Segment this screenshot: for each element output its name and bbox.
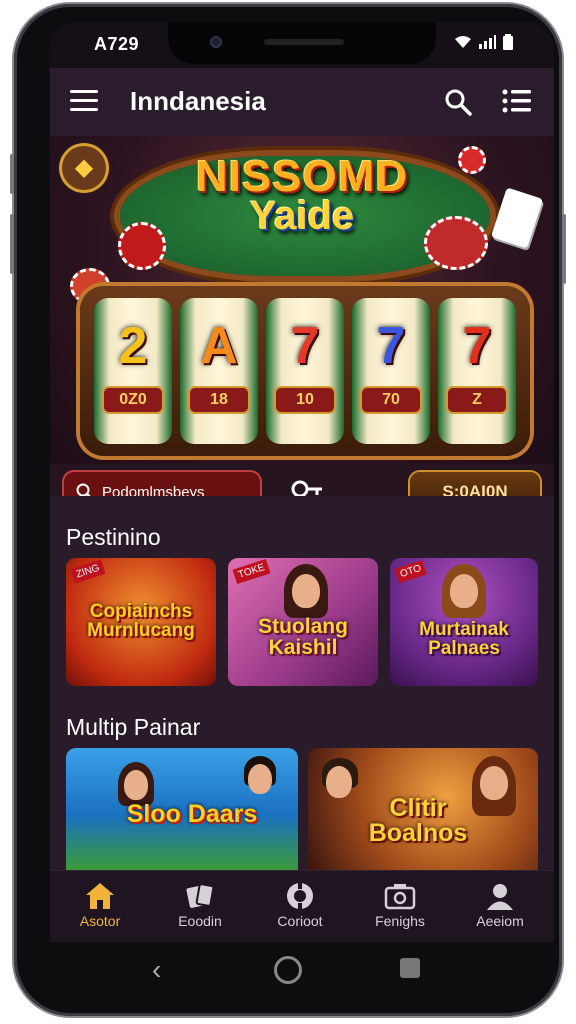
bottom-navigation: Asotor Eoodin Corioot Fenighs Aeeiom (50, 870, 554, 942)
character-avatar (292, 574, 320, 608)
slot-machine: 2 0Z0 A 18 7 10 7 70 7 Z (80, 286, 530, 456)
character-avatar (326, 766, 352, 798)
search-pill-label: Podomlmsbeys (102, 483, 205, 497)
reel-badge: 10 (276, 388, 334, 412)
character-avatar (124, 770, 148, 800)
status-icons (454, 34, 514, 50)
volume-button (10, 154, 14, 194)
reel-badge: 0Z0 (104, 388, 162, 412)
notch (168, 22, 436, 64)
slot-reel: 7 70 (352, 298, 430, 444)
game-card-title: Murtainak Palnaes (419, 619, 509, 659)
banner-title-line2: Yaide (249, 194, 355, 238)
key-icon[interactable] (290, 478, 324, 496)
nav-label: Aeeiom (476, 913, 524, 929)
home-icon (86, 883, 114, 909)
search-icon[interactable] (444, 88, 472, 116)
character-avatar (480, 766, 508, 800)
banner-action-bar: Podomlmsbeys S:0AI0N (50, 464, 554, 496)
game-card[interactable]: OTO Murtainak Palnaes (390, 558, 538, 686)
wifi-icon (455, 36, 471, 48)
card-tag: OTO (394, 559, 428, 584)
game-card[interactable]: Sloo Daars (66, 748, 298, 870)
hamburger-menu-icon[interactable] (70, 90, 98, 112)
volume-button (10, 214, 14, 274)
reel-badge: 18 (190, 388, 248, 412)
system-navigation: ‹ (36, 938, 540, 996)
app-bar: Inndanesia (50, 68, 554, 136)
reel-symbol: 7 (290, 317, 320, 375)
banner-title: NISSOMD Yaide (50, 152, 554, 239)
nav-label: Corioot (277, 913, 323, 929)
cards-icon (186, 883, 215, 908)
screen: A729 Inndanesia ◆ NISSOMD Yaide 2 0Z0 A … (50, 22, 554, 942)
section-title: Pestinino (66, 524, 161, 550)
game-card-title: Sloo Daars (126, 800, 258, 828)
game-card-title: Clitir Boalnos (368, 794, 468, 847)
back-icon[interactable]: ‹ (152, 954, 161, 986)
battery-icon (503, 34, 513, 50)
nav-label: Asotor (79, 913, 121, 929)
recents-icon[interactable] (400, 958, 420, 978)
slot-reels: 2 0Z0 A 18 7 10 7 70 7 Z (94, 298, 516, 444)
app-title: Inndanesia (130, 86, 266, 116)
chip-icon (287, 883, 313, 909)
nav-label: Fenighs (375, 913, 425, 929)
nav-item-home[interactable]: Asotor (50, 879, 150, 929)
cta-pill-button[interactable]: S:0AI0N (410, 472, 540, 496)
slot-reel: A 18 (180, 298, 258, 444)
game-card[interactable]: Clitir Boalnos (308, 748, 538, 870)
promo-banner[interactable]: ◆ NISSOMD Yaide 2 0Z0 A 18 7 10 7 70 7 Z… (50, 136, 554, 496)
nav-item-chip[interactable]: Corioot (250, 879, 350, 929)
game-card-title: Stuolang Kaishil (258, 615, 348, 659)
character-avatar (248, 764, 272, 794)
status-time: A729 (94, 34, 140, 54)
card-tag: TOKE (232, 558, 271, 585)
search-icon (76, 483, 91, 496)
status-bar: A729 (50, 22, 554, 68)
section-title: Multip Painar (66, 714, 201, 740)
slot-reel: 2 0Z0 (94, 298, 172, 444)
game-card-title: Copiainchs Murnlucang (87, 601, 195, 641)
reel-symbol: 2 (118, 317, 148, 375)
character-avatar (450, 574, 478, 608)
card-tag: ZING (70, 559, 106, 584)
earpiece-speaker (264, 39, 344, 45)
reel-badge: Z (448, 388, 506, 412)
reel-symbol: 7 (462, 317, 492, 375)
front-camera (210, 36, 222, 48)
signal-icon (479, 35, 496, 49)
reel-badge: 70 (362, 388, 420, 412)
nav-item-profile[interactable]: Aeeiom (450, 879, 550, 929)
home-circle-icon[interactable] (274, 956, 302, 984)
slot-reel: 7 Z (438, 298, 516, 444)
reel-symbol: A (200, 317, 238, 375)
game-card[interactable]: TOKE Stuolang Kaishil (228, 558, 378, 686)
phone-frame: A729 Inndanesia ◆ NISSOMD Yaide 2 0Z0 A … (10, 4, 566, 1016)
nav-item-cards[interactable]: Eoodin (150, 879, 250, 929)
game-card[interactable]: ZING Copiainchs Murnlucang (66, 558, 216, 686)
reel-symbol: 7 (376, 317, 406, 375)
nav-item-camera[interactable]: Fenighs (350, 879, 450, 929)
power-button (562, 214, 566, 284)
camera-icon (384, 884, 416, 910)
list-menu-icon[interactable] (502, 88, 532, 114)
slot-reel: 7 10 (266, 298, 344, 444)
profile-icon (487, 884, 513, 910)
nav-label: Eoodin (178, 913, 222, 929)
search-pill-button[interactable]: Podomlmsbeys (64, 472, 260, 496)
